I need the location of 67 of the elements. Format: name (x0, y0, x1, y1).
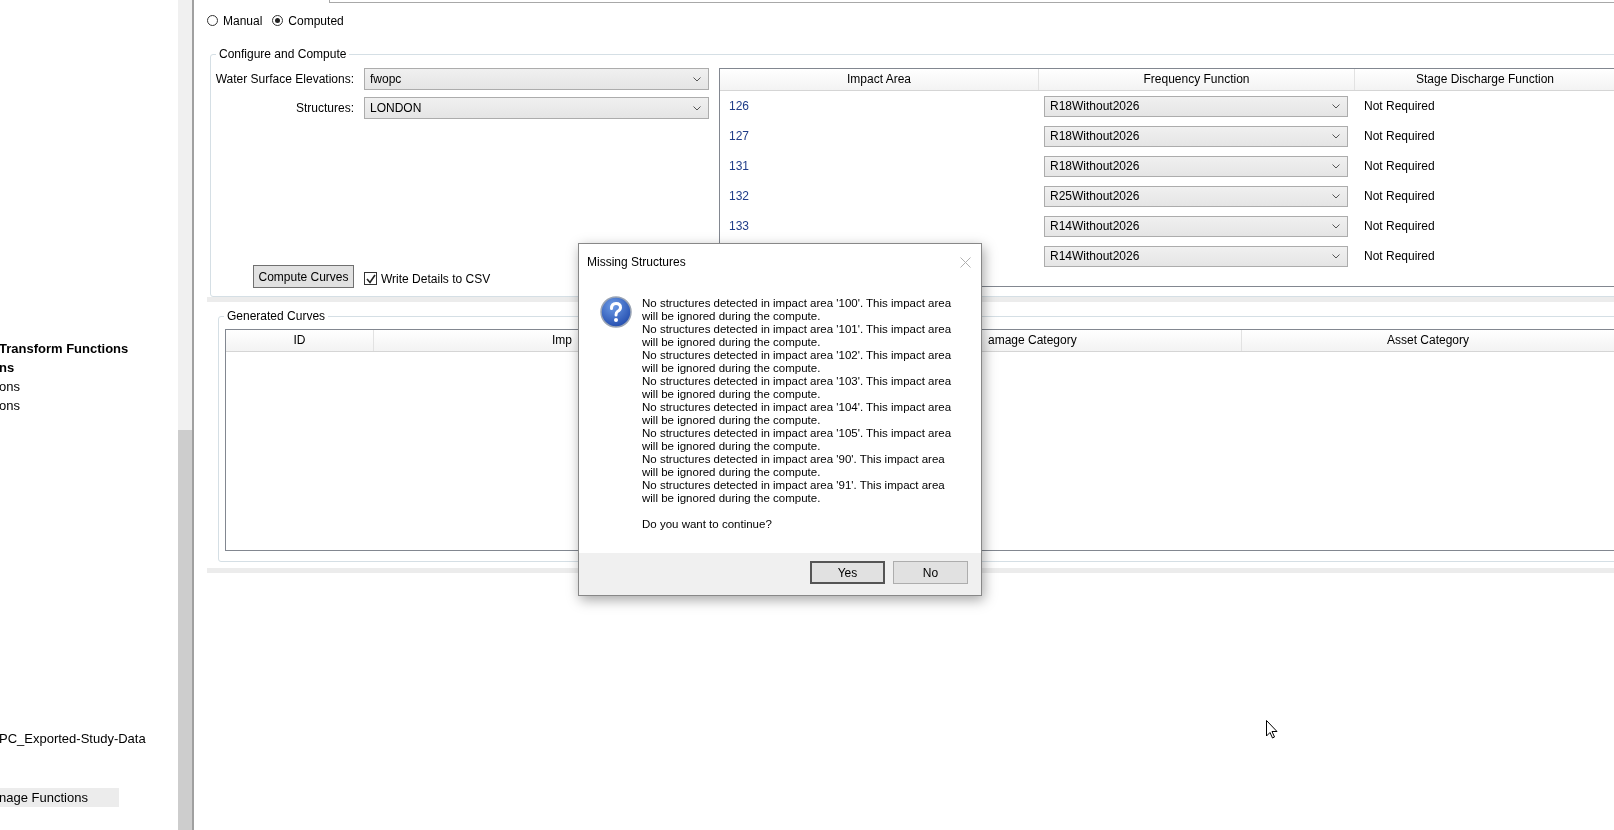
table-cell: 133 (729, 219, 750, 233)
column-header[interactable]: Stage Discharge Function (1355, 69, 1614, 90)
column-header[interactable]: amage Category (988, 333, 1077, 347)
chevron-down-icon (1332, 193, 1340, 199)
question-text: Do you want to continue? (642, 518, 773, 531)
chevron-down-icon (1332, 133, 1340, 139)
dropdown[interactable]: R18Without2026 (1044, 125, 1348, 147)
table-cell: 127 (729, 129, 750, 143)
table-cell: Not Required (1364, 189, 1435, 203)
group-title: Generated Curves (224, 309, 329, 323)
column-header[interactable]: Frequency Function (1039, 69, 1355, 90)
compute-button[interactable]: Compute Curves (253, 265, 354, 288)
question-icon (600, 296, 632, 328)
table-cell: 132 (729, 189, 750, 203)
tree-item[interactable]: ons (0, 377, 22, 396)
radio-button[interactable]: Computed (272, 13, 344, 28)
close-icon (960, 256, 971, 268)
radio-button[interactable]: Manual (207, 13, 263, 28)
message-text: No structures detected in impact area '102'. This impact area will be ignored during the compute. (642, 349, 953, 375)
chevron-down-icon (1332, 103, 1340, 109)
dialog-title: Missing Structures (587, 255, 686, 269)
table-cell: Not Required (1364, 219, 1435, 233)
mouse-pointer-icon (1266, 720, 1278, 739)
chevron-down-icon (1332, 163, 1340, 169)
chevron-down-icon (1332, 223, 1340, 229)
tree-item[interactable]: PC_Exported-Study-Data (0, 729, 148, 748)
tree-item[interactable]: Transform Functions (0, 339, 131, 358)
table-cell: Not Required (1364, 249, 1435, 263)
table-cell: 126 (729, 99, 750, 113)
table-cell: 131 (729, 159, 750, 173)
text-field[interactable] (329, 0, 1614, 3)
message-text: No structures detected in impact area '90'. This impact area will be ignored during the compute. (642, 453, 946, 479)
table-cell: Not Required (1364, 129, 1435, 143)
table-cell: Not Required (1364, 99, 1435, 113)
dropdown[interactable]: R14Without2026 (1044, 215, 1348, 237)
message-text: No structures detected in impact area '101'. This impact area will be ignored during the compute. (642, 323, 953, 349)
column-header[interactable]: Impact Area (720, 69, 1039, 90)
yes-button[interactable]: Yes (810, 561, 885, 584)
chevron-down-icon (693, 76, 701, 82)
tree-item[interactable]: ns (0, 358, 17, 377)
column-header[interactable]: Asset Category (1386, 333, 1469, 347)
dropdown[interactable]: R18Without2026 (1044, 155, 1348, 177)
message-text: No structures detected in impact area '105'. This impact area will be ignored during the compute. (642, 427, 953, 453)
column-header[interactable]: ID (293, 333, 306, 347)
checkmark-icon (365, 273, 376, 284)
scrollbar-thumb[interactable] (178, 430, 192, 830)
message-text: No structures detected in impact area '91'. This impact area will be ignored during the compute. (642, 479, 946, 505)
dropdown[interactable]: R18Without2026 (1044, 95, 1348, 117)
scrollbar[interactable] (178, 0, 192, 830)
tree-item[interactable]: nage Functions (0, 788, 119, 807)
no-button[interactable]: No (893, 561, 968, 584)
dropdown[interactable]: R14Without2026 (1044, 245, 1348, 267)
tree-item[interactable]: ons (0, 396, 22, 415)
dropdown[interactable]: fwopc (364, 68, 709, 90)
group-title: Configure and Compute (216, 47, 350, 61)
chevron-down-icon (1332, 253, 1340, 259)
message-text: No structures detected in impact area '100'. This impact area will be ignored during the compute. (642, 297, 953, 323)
checkbox[interactable]: Write Details to CSV (364, 271, 491, 286)
column-header[interactable]: Imp (552, 333, 572, 347)
dropdown[interactable]: LONDON (364, 97, 709, 119)
field-label: Structures: (294, 101, 354, 115)
dropdown[interactable]: R25Without2026 (1044, 185, 1348, 207)
table-cell: Not Required (1364, 159, 1435, 173)
chevron-down-icon (693, 105, 701, 111)
message-text: No structures detected in impact area '104'. This impact area will be ignored during the compute. (642, 401, 953, 427)
field-label: Water Surface Elevations: (215, 72, 354, 86)
message-text: No structures detected in impact area '103'. This impact area will be ignored during the compute. (642, 375, 953, 401)
